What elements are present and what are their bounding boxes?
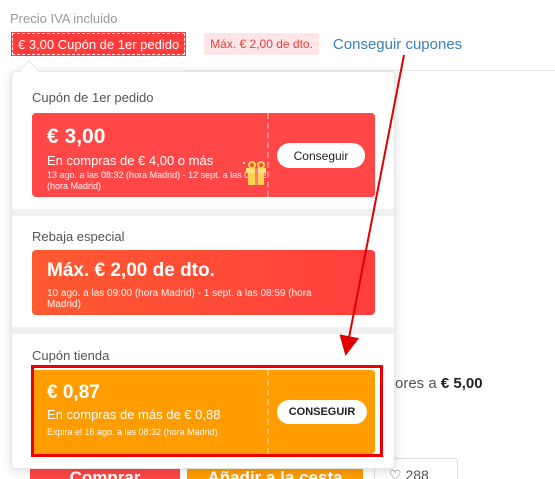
first-order-section-title: Cupón de 1er pedido <box>32 90 154 105</box>
threshold-price-text: ores a € 5,00 <box>395 375 483 392</box>
coupon-amount: € 3,00 <box>47 125 106 148</box>
section-separator <box>12 327 394 334</box>
wishlist-count: 288 <box>405 467 429 479</box>
store-coupon-section-title: Cupón tienda <box>32 348 110 363</box>
coupon-tags: € 3,00 Cupón de 1er pedido Máx. € 2,00 d… <box>10 32 462 56</box>
highlight-box <box>31 365 383 457</box>
coupon-stub: Conseguir <box>267 113 375 197</box>
price-label: Precio IVA incluido <box>10 11 118 26</box>
first-order-coupon-card: € 3,00 En compras de € 4,00 o más 13 ago… <box>32 113 375 197</box>
coupon-condition: En compras de € 4,00 o más <box>47 153 214 168</box>
get-coupons-link[interactable]: Conseguir cupones <box>333 36 462 53</box>
special-discount-amount: Máx. € 2,00 de dto. <box>47 260 215 281</box>
coupon-edge <box>371 113 375 197</box>
max-discount-tag[interactable]: Máx. € 2,00 de dto. <box>204 33 319 55</box>
special-discount-section-title: Rebaja especial <box>32 229 125 244</box>
special-discount-card: Máx. € 2,00 de dto. 10 ago. a las 09:00 … <box>32 250 375 315</box>
threshold-price-value: € 5,00 <box>440 375 483 392</box>
special-discount-dates: 10 ago. a las 09:00 (hora Madrid) - 1 se… <box>47 288 312 310</box>
first-order-coupon-tag[interactable]: € 3,00 Cupón de 1er pedido <box>10 32 187 56</box>
get-first-order-coupon-button[interactable]: Conseguir <box>277 143 365 168</box>
section-separator <box>12 209 394 216</box>
